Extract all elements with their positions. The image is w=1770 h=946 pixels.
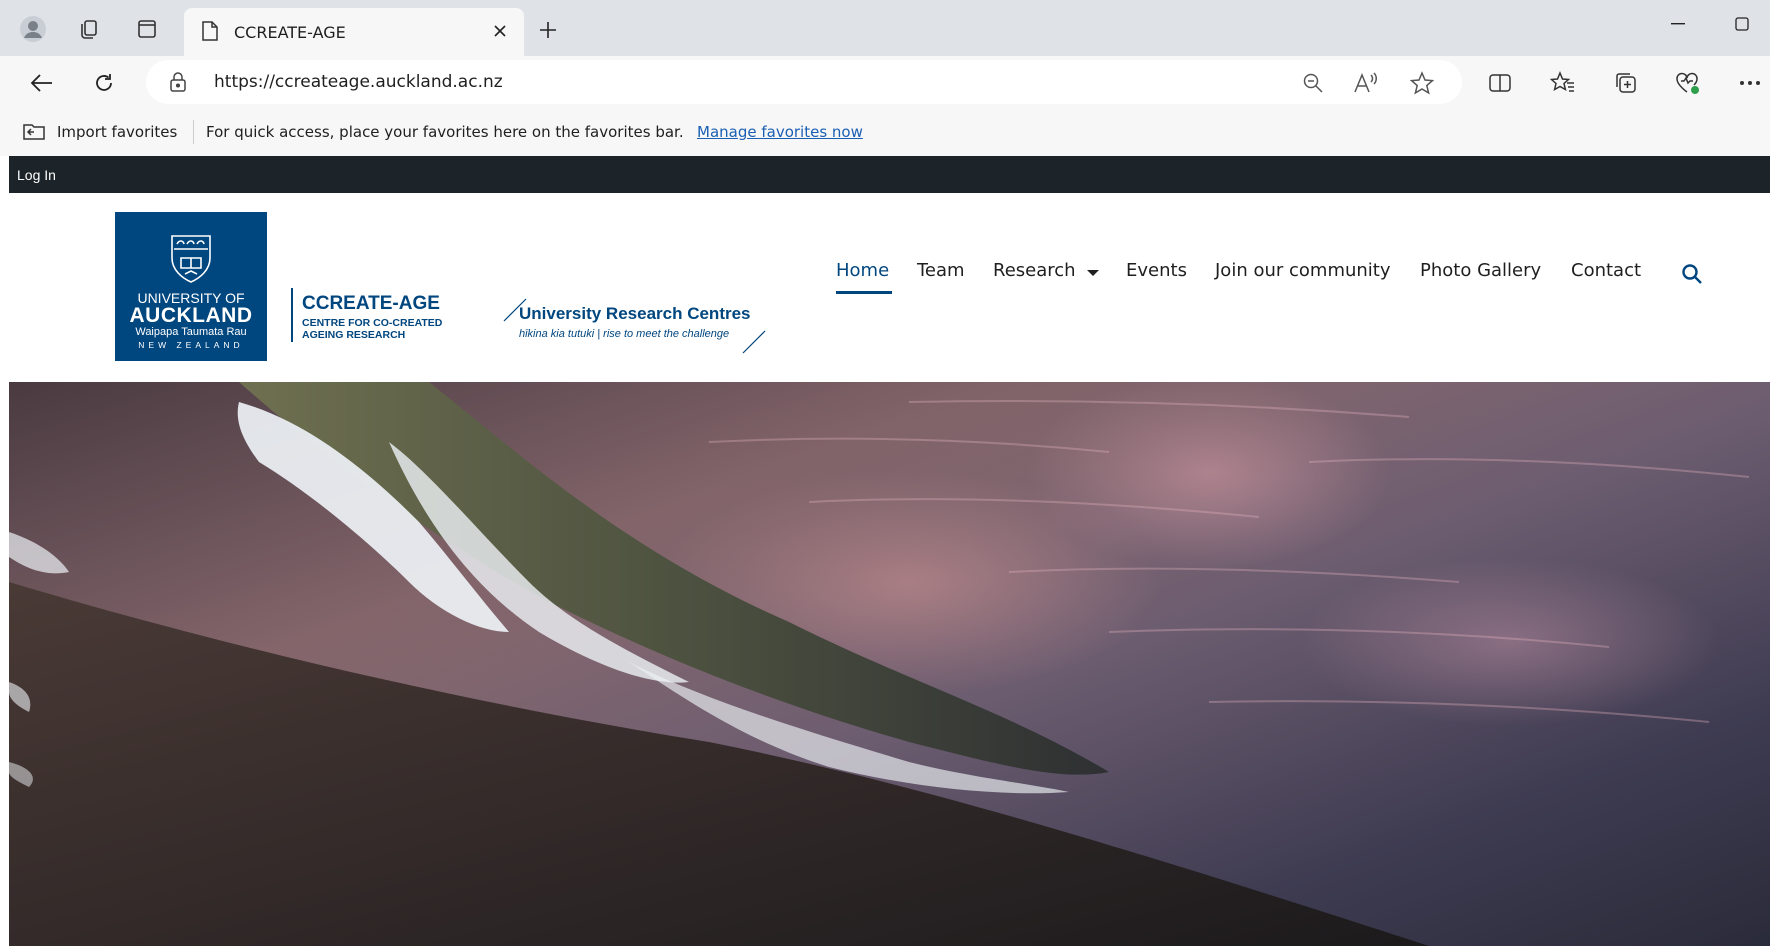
web-page: Log In UNIVERSITY OF AUCKLAND Waipapa Ta…: [9, 156, 1770, 946]
more-options-icon[interactable]: [1734, 67, 1766, 99]
split-screen-icon[interactable]: [1484, 67, 1516, 99]
favorites-bar: Import favorites For quick access, place…: [0, 108, 1770, 156]
import-favorites-icon[interactable]: [22, 121, 48, 148]
new-tab-button[interactable]: [534, 16, 562, 44]
read-aloud-icon[interactable]: [1352, 69, 1380, 97]
browser-tab-bar: CCREATE-AGE: [0, 0, 1770, 56]
university-research-centres-title[interactable]: University Research Centres: [519, 304, 751, 324]
ccreate-age-logo-sub1: CENTRE FOR CO-CREATED: [302, 317, 443, 329]
favorites-icon[interactable]: [1547, 67, 1579, 99]
close-tab-icon[interactable]: [488, 19, 512, 43]
favorite-star-icon[interactable]: [1408, 69, 1436, 97]
lock-icon[interactable]: [168, 71, 188, 98]
nav-research[interactable]: Research: [993, 260, 1076, 281]
university-of-auckland-logo[interactable]: UNIVERSITY OF AUCKLAND Waipapa Taumata R…: [115, 212, 267, 361]
nav-photo-gallery[interactable]: Photo Gallery: [1420, 260, 1541, 281]
uoa-line3: Waipapa Taumata Rau: [135, 326, 247, 338]
vertical-tabs-icon[interactable]: [132, 14, 162, 44]
nav-team[interactable]: Team: [917, 260, 965, 281]
browser-essentials-icon[interactable]: [1672, 67, 1704, 99]
ccreate-age-logo-sub2: AGEING RESEARCH: [302, 329, 406, 341]
login-link[interactable]: Log In: [17, 167, 56, 183]
favorites-hint-text: For quick access, place your favorites h…: [206, 123, 684, 141]
import-favorites-link[interactable]: Import favorites: [57, 123, 177, 141]
nav-join-community[interactable]: Join our community: [1215, 260, 1391, 281]
workspaces-icon[interactable]: [74, 14, 104, 44]
manage-favorites-link[interactable]: Manage favorites now: [697, 123, 863, 141]
refresh-button[interactable]: [88, 67, 120, 99]
maximize-button[interactable]: [1728, 10, 1756, 38]
uoa-line2: AUCKLAND: [129, 304, 253, 327]
collections-icon[interactable]: [1610, 67, 1642, 99]
tab-ccreate-age[interactable]: CCREATE-AGE: [184, 8, 524, 56]
site-header: UNIVERSITY OF AUCKLAND Waipapa Taumata R…: [9, 193, 1770, 382]
nav-contact[interactable]: Contact: [1571, 260, 1641, 281]
divider: [193, 120, 194, 144]
nav-home-underline: [836, 291, 892, 294]
wave-illustration: [9, 382, 1770, 946]
search-icon[interactable]: [1681, 263, 1703, 290]
chevron-down-icon[interactable]: [1087, 270, 1099, 276]
hero-wave-image: [9, 382, 1770, 946]
top-utility-strip: Log In: [9, 156, 1770, 193]
tab-title: CCREATE-AGE: [234, 23, 346, 42]
university-research-centres-tagline: hīkina kia tutuki | rise to meet the cha…: [519, 328, 730, 340]
document-icon: [200, 20, 220, 47]
nav-home[interactable]: Home: [836, 260, 889, 281]
back-button[interactable]: [26, 67, 58, 99]
urc-slash-icon: [741, 329, 767, 360]
ccreate-logo-bar: [291, 288, 293, 342]
address-bar-row: https://ccreateage.auckland.ac.nz: [0, 56, 1770, 108]
ccreate-age-logo-title[interactable]: CCREATE-AGE: [302, 293, 440, 315]
url-text[interactable]: https://ccreateage.auckland.ac.nz: [214, 72, 503, 92]
address-bar[interactable]: https://ccreateage.auckland.ac.nz: [146, 60, 1462, 104]
minimize-button[interactable]: [1664, 10, 1692, 38]
zoom-out-icon[interactable]: [1299, 69, 1327, 97]
uoa-line4: NEW ZEALAND: [138, 340, 244, 350]
profile-icon[interactable]: [18, 14, 48, 44]
nav-events[interactable]: Events: [1126, 260, 1187, 281]
crest-icon: [168, 232, 214, 289]
